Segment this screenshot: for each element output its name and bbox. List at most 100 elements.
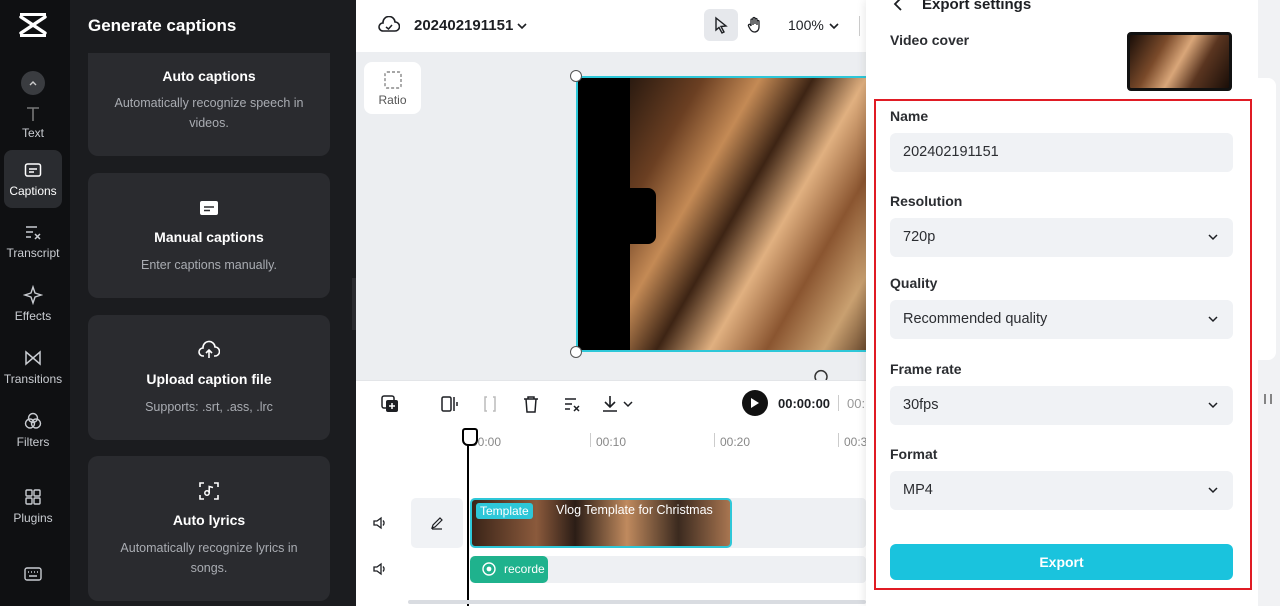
card-title: Manual captions <box>154 229 264 245</box>
chevron-down-icon[interactable] <box>516 20 528 32</box>
rotate-icon[interactable] <box>812 368 830 380</box>
video-frame[interactable] <box>576 76 866 352</box>
export-settings-title: Export settings <box>922 0 1032 13</box>
name-input[interactable]: 202402191151 <box>890 133 1233 172</box>
download-chevron-down-icon[interactable] <box>622 398 634 410</box>
upload-caption-file-card[interactable]: Upload caption file Supports: .srt, .ass… <box>88 315 330 440</box>
add-media-icon[interactable] <box>380 394 400 414</box>
rail-item-effects[interactable]: Effects <box>4 275 62 333</box>
video-cover-thumbnail[interactable] <box>1127 32 1232 91</box>
card-title: Upload caption file <box>146 371 272 387</box>
quality-select[interactable]: Recommended quality <box>890 300 1233 339</box>
rail-item-label: Transitions <box>3 372 63 386</box>
track-volume-icon[interactable] <box>372 516 388 530</box>
transcript-icon <box>26 226 41 240</box>
rail-item-transcript[interactable]: Transcript <box>4 212 62 270</box>
chevron-down-icon <box>1208 316 1218 323</box>
download-icon[interactable] <box>600 393 620 415</box>
ratio-button[interactable]: Ratio <box>364 62 421 114</box>
timeline-toolbar: 00:00:00 00: <box>356 380 866 426</box>
video-cover-label: Video cover <box>890 32 970 48</box>
playhead[interactable] <box>462 428 478 606</box>
auto-lyrics-scan-icon <box>199 482 219 500</box>
resize-handle[interactable] <box>570 70 582 82</box>
rail-item-label: Effects <box>14 309 52 323</box>
edit-cover-button[interactable] <box>411 498 463 548</box>
highlight-box <box>874 99 1252 590</box>
more-icon[interactable] <box>1262 392 1274 406</box>
panel-title: Generate captions <box>88 16 237 35</box>
export-settings-panel: Export settings Video cover Name 2024021… <box>866 0 1258 606</box>
ratio-icon <box>383 71 402 89</box>
rail-item-label: Filters <box>16 435 50 449</box>
right-side-strip <box>1258 0 1280 606</box>
rail-item-filters[interactable]: Filters <box>4 401 62 459</box>
name-label: Name <box>890 108 929 124</box>
transcript-edit-icon[interactable] <box>562 394 582 414</box>
manual-captions-card[interactable]: Manual captions Enter captions manually. <box>88 173 330 298</box>
name-input-value: 202402191151 <box>903 144 999 160</box>
keyboard-icon <box>24 567 42 581</box>
zoom-chevron-down-icon[interactable] <box>828 20 840 32</box>
play-button[interactable] <box>742 390 768 416</box>
chevron-down-icon <box>1208 402 1218 409</box>
resize-handle[interactable] <box>570 346 582 358</box>
framerate-value: 30fps <box>903 397 939 413</box>
preview-canvas: Ratio <box>356 52 866 380</box>
cloud-save-icon[interactable] <box>378 16 400 34</box>
back-arrow-icon[interactable] <box>892 0 906 11</box>
filters-icon <box>24 412 42 429</box>
export-button[interactable]: Export <box>890 544 1233 580</box>
rail-item-text[interactable]: Text <box>4 96 62 140</box>
generate-captions-panel: Generate captions Auto captions Automati… <box>70 0 356 606</box>
resolution-label: Resolution <box>890 193 963 209</box>
framerate-select[interactable]: 30fps <box>890 386 1233 425</box>
timeline-scrollbar[interactable] <box>408 600 866 604</box>
rail-item-transitions[interactable]: Transitions <box>4 338 62 396</box>
video-image <box>630 78 866 350</box>
properties-card-edge <box>1258 78 1276 360</box>
scroll-up-button[interactable] <box>21 71 45 95</box>
recording-icon <box>482 562 496 576</box>
trim-icon[interactable] <box>482 394 498 414</box>
project-name[interactable]: 202402191151 <box>414 17 513 34</box>
timeline: 00:00 00:10 00:20 00:3 Template Vlog Tem… <box>356 426 868 606</box>
split-icon[interactable] <box>440 394 460 414</box>
quality-label: Quality <box>890 275 938 291</box>
capcut-logo-icon[interactable] <box>18 12 48 38</box>
audio-clip[interactable]: recorde <box>470 556 548 583</box>
rail-item-label: Plugins <box>13 511 53 525</box>
card-description: Automatically recognize lyrics in songs. <box>120 541 298 575</box>
keyboard-shortcuts-button[interactable] <box>4 556 62 596</box>
audio-track-volume-icon[interactable] <box>372 562 388 576</box>
captions-icon <box>24 163 42 177</box>
effects-sparkle-icon <box>23 285 43 305</box>
rail-item-captions[interactable]: Captions <box>4 150 62 208</box>
text-icon <box>27 107 39 121</box>
ratio-label: Ratio <box>378 93 407 107</box>
zoom-level[interactable]: 100% <box>788 17 824 33</box>
hand-icon <box>747 16 760 33</box>
chevron-up-icon <box>29 81 37 86</box>
film-sprocket <box>618 188 656 244</box>
chevron-down-icon <box>1208 234 1218 241</box>
auto-captions-card[interactable]: Auto captions Automatically recognize sp… <box>88 53 330 156</box>
divider <box>859 16 860 36</box>
format-value: MP4 <box>903 482 933 498</box>
divider <box>838 395 839 411</box>
ruler-label: 00:3 <box>844 435 868 449</box>
select-tool-button[interactable] <box>704 9 738 41</box>
chevron-down-icon <box>1208 487 1218 494</box>
play-icon <box>751 398 759 408</box>
hand-tool-button[interactable] <box>738 9 772 41</box>
pointer-icon <box>715 16 728 34</box>
resolution-select[interactable]: 720p <box>890 218 1233 257</box>
format-select[interactable]: MP4 <box>890 471 1233 510</box>
delete-icon[interactable] <box>522 394 540 414</box>
video-clip[interactable]: Template Vlog Template for Christmas <box>470 498 732 548</box>
resolution-value: 720p <box>903 229 936 245</box>
rail-item-plugins[interactable]: Plugins <box>4 477 62 535</box>
rail-item-label: Transcript <box>6 246 60 260</box>
audio-clip-label: recorde <box>504 562 545 576</box>
auto-lyrics-card[interactable]: Auto lyrics Automatically recognize lyri… <box>88 456 330 601</box>
